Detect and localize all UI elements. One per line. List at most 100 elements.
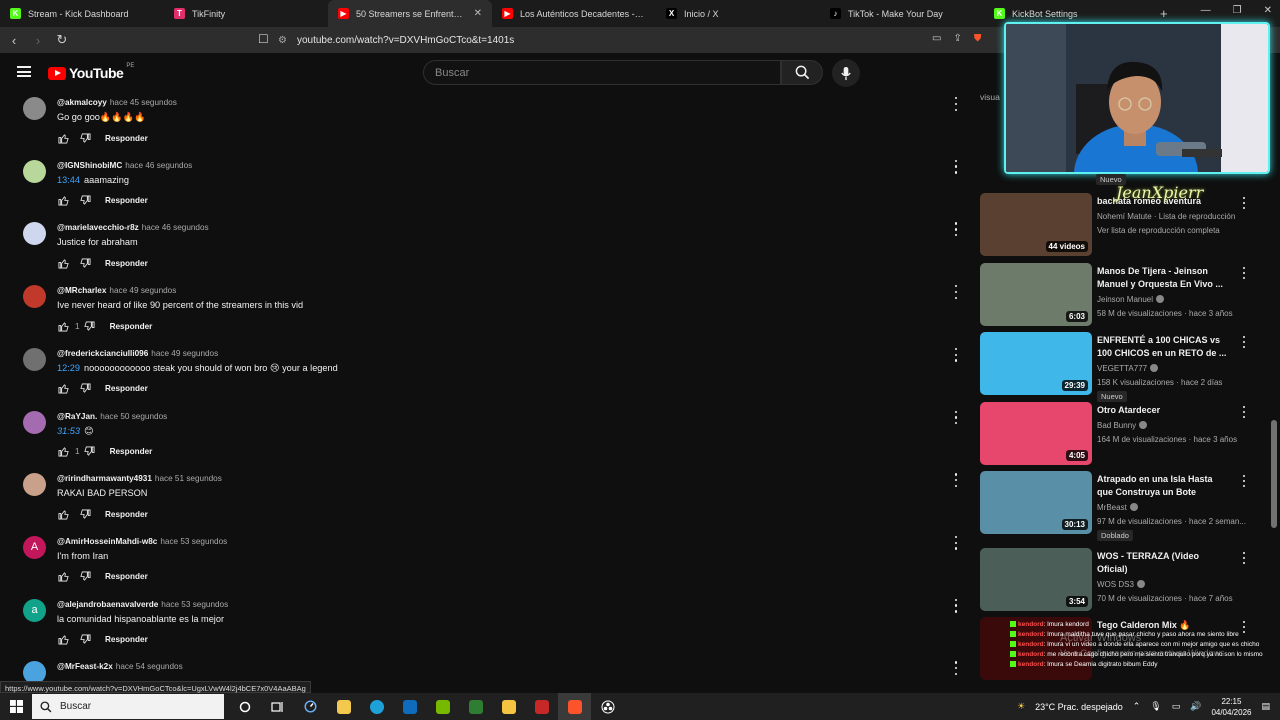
reply-button[interactable]: Responder	[105, 134, 148, 143]
comment-timestamp-link[interactable]: 31:53	[57, 426, 80, 436]
channel-name[interactable]: MrBeast	[1097, 503, 1138, 512]
comment-author[interactable]: @MRcharlex	[57, 286, 106, 295]
reply-button[interactable]: Responder	[110, 322, 153, 331]
video-more-icon[interactable]	[1241, 197, 1247, 209]
video-title[interactable]: Otro Atardecer	[1097, 404, 1229, 417]
like-icon[interactable]	[57, 257, 69, 269]
comment-time[interactable]: hace 49 segundos	[151, 349, 218, 358]
weather-icon[interactable]: ☀	[1017, 701, 1025, 712]
avatar[interactable]	[23, 159, 46, 183]
url-text[interactable]: youtube.com/watch?v=DXVHmGoCTco&t=1401s	[297, 35, 514, 46]
video-title[interactable]: WOS - TERRAZA (Video Oficial)	[1097, 550, 1229, 576]
dislike-icon[interactable]	[79, 571, 91, 583]
avatar[interactable]: A	[23, 535, 46, 559]
like-icon[interactable]	[57, 634, 69, 646]
notifications-icon[interactable]: ▤	[1261, 701, 1270, 712]
brave-shield-icon[interactable]: ⛊	[974, 33, 982, 44]
nvidia-icon[interactable]	[426, 693, 459, 720]
gallery-icon[interactable]	[459, 693, 492, 720]
recommended-video[interactable]: 30:13 Atrapado en una Isla Hasta que Cons…	[980, 471, 1250, 541]
page-scrollbar[interactable]	[1271, 420, 1277, 528]
comment-more-icon[interactable]	[952, 97, 960, 111]
dislike-icon[interactable]	[79, 634, 91, 646]
reply-button[interactable]: Responder	[105, 572, 148, 581]
start-button[interactable]	[0, 693, 32, 720]
reply-button[interactable]: Responder	[110, 447, 153, 456]
like-icon[interactable]	[57, 195, 69, 207]
like-icon[interactable]	[57, 508, 69, 520]
recommended-video[interactable]: 29:39 ENFRENTÉ a 100 CHICAS vs 100 CHICOS…	[980, 332, 1250, 402]
new-tab-icon[interactable]: +	[1148, 6, 1180, 21]
video-thumbnail[interactable]: 29:39	[980, 332, 1092, 395]
channel-name[interactable]: Bad Bunny	[1097, 421, 1148, 430]
voice-search-button[interactable]	[832, 59, 860, 87]
video-thumbnail[interactable]: 4:05	[980, 402, 1092, 465]
dislike-icon[interactable]	[84, 320, 96, 332]
browser-tab[interactable]: ▶ 50 Streamers se Enfrentan por 1 ✕	[328, 0, 492, 27]
dislike-icon[interactable]	[84, 446, 96, 458]
browser-tab[interactable]: X Inicio / X	[656, 0, 820, 27]
browser-tab[interactable]: K Stream - Kick Dashboard	[0, 0, 164, 27]
avatar[interactable]	[23, 285, 46, 309]
comment-more-icon[interactable]	[952, 222, 960, 237]
comment-time[interactable]: hace 45 segundos	[110, 98, 177, 107]
reload-icon[interactable]: ↻	[52, 32, 72, 48]
tray-overflow-icon[interactable]: ⌃	[1133, 701, 1141, 712]
comment-more-icon[interactable]	[952, 285, 960, 300]
comment-author[interactable]: @marielavecchio-r8z	[57, 223, 139, 232]
comment-author[interactable]: @AmirHosseinMahdi-w8c	[57, 537, 157, 546]
like-icon[interactable]	[57, 132, 69, 144]
file-explorer-icon[interactable]	[492, 693, 525, 720]
comment-author[interactable]: @MrFeast-k2x	[57, 662, 113, 671]
channel-name[interactable]: VEGETTA777	[1097, 364, 1159, 373]
comment-author[interactable]: @ririndharmawanty4931	[57, 474, 152, 483]
comment-time[interactable]: hace 53 segundos	[160, 537, 227, 546]
avatar[interactable]: a	[23, 598, 46, 622]
reply-button[interactable]: Responder	[105, 196, 148, 205]
bookmark-icon[interactable]: ☐	[258, 32, 269, 46]
network-icon[interactable]: ▭	[1172, 701, 1181, 712]
video-title[interactable]: Manos De Tijera - Jeinson Manuel y Orque…	[1097, 265, 1229, 291]
comment-author[interactable]: @RaYJan.	[57, 412, 97, 421]
comment-time[interactable]: hace 49 segundos	[109, 286, 176, 295]
cast-icon[interactable]: ▭	[932, 33, 941, 44]
reply-button[interactable]: Responder	[105, 259, 148, 268]
comment-time[interactable]: hace 46 segundos	[142, 223, 209, 232]
maximize-icon[interactable]: ❐	[1233, 5, 1242, 16]
minimize-icon[interactable]: —	[1201, 5, 1211, 16]
reply-button[interactable]: Responder	[105, 510, 148, 519]
channel-name[interactable]: Jeinson Manuel	[1097, 295, 1165, 304]
search-input[interactable]	[424, 61, 764, 84]
reply-button[interactable]: Responder	[105, 384, 148, 393]
mail-icon[interactable]	[393, 693, 426, 720]
address-bar[interactable]: ⚙ youtube.com/watch?v=DXVHmGoCTco&t=1401…	[278, 30, 978, 50]
store-icon[interactable]	[327, 693, 360, 720]
recommended-video[interactable]: 3:54 WOS - TERRAZA (Video Oficial) WOS DS3…	[980, 548, 1250, 614]
comment-more-icon[interactable]	[952, 535, 960, 550]
comment-more-icon[interactable]	[952, 598, 960, 613]
taskbar-search[interactable]: Buscar	[32, 694, 224, 719]
comment-author[interactable]: @IGNShinobiMC	[57, 161, 122, 170]
cortana-icon[interactable]	[228, 693, 261, 720]
recommended-video[interactable]: 4:05 Otro Atardecer Bad Bunny 164 M de visu…	[980, 402, 1250, 468]
dislike-icon[interactable]	[79, 257, 91, 269]
video-more-icon[interactable]	[1241, 552, 1247, 564]
reply-button[interactable]: Responder	[105, 635, 148, 644]
edge-icon[interactable]	[360, 693, 393, 720]
comment-time[interactable]: hace 50 segundos	[100, 412, 167, 421]
clock[interactable]: 22:15 04/04/2026	[1211, 696, 1251, 718]
comment-timestamp-link[interactable]: 12:29	[57, 363, 80, 373]
like-icon[interactable]	[57, 446, 69, 458]
comment-more-icon[interactable]	[952, 473, 960, 488]
video-more-icon[interactable]	[1241, 336, 1247, 348]
like-icon[interactable]	[57, 383, 69, 395]
video-more-icon[interactable]	[1241, 475, 1247, 487]
dislike-icon[interactable]	[79, 132, 91, 144]
close-icon[interactable]: ✕	[474, 8, 482, 19]
menu-icon[interactable]	[17, 66, 31, 77]
comment-time[interactable]: hace 54 segundos	[116, 662, 183, 671]
site-settings-icon[interactable]: ⚙	[278, 35, 287, 46]
search-button[interactable]	[781, 60, 823, 85]
like-icon[interactable]	[57, 320, 69, 332]
task-view-icon[interactable]	[261, 693, 294, 720]
